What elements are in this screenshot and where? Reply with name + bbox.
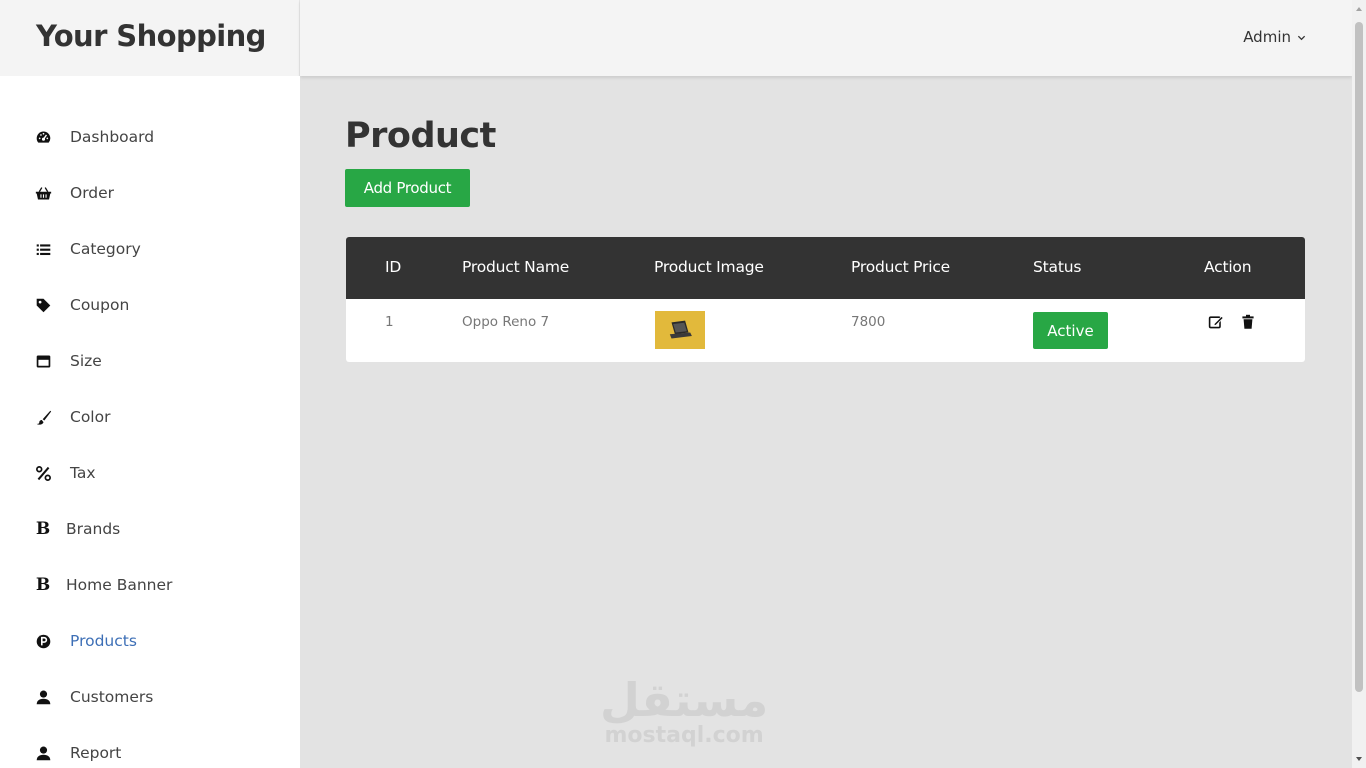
sidebar-item-label: Category bbox=[70, 240, 141, 258]
watermark-arabic-text: مستقل bbox=[600, 673, 769, 727]
admin-user-menu[interactable]: Admin bbox=[1243, 28, 1306, 46]
sidebar-item-size[interactable]: Size bbox=[34, 349, 102, 373]
paint-brush-icon bbox=[34, 408, 52, 426]
status-badge-button[interactable]: Active bbox=[1033, 312, 1108, 349]
sidebar-item-customers[interactable]: Customers bbox=[34, 685, 153, 709]
sidebar-item-label: Coupon bbox=[70, 296, 130, 314]
trash-icon[interactable] bbox=[1240, 314, 1256, 330]
tag-icon bbox=[34, 296, 52, 314]
cell-product-name: Oppo Reno 7 bbox=[462, 314, 550, 330]
edit-icon[interactable] bbox=[1208, 314, 1224, 330]
sidebar-item-order[interactable]: Order bbox=[34, 181, 114, 205]
brand-b-icon: B bbox=[35, 575, 51, 595]
sidebar-item-label: Products bbox=[70, 632, 137, 650]
product-p-icon bbox=[34, 632, 52, 650]
scroll-down-arrow-icon[interactable] bbox=[1355, 755, 1363, 763]
column-header-product-image[interactable]: Product Image bbox=[654, 258, 764, 276]
dashboard-icon bbox=[34, 128, 52, 146]
laptop-image-icon bbox=[669, 320, 692, 339]
product-thumbnail[interactable] bbox=[655, 311, 705, 349]
table-header: ID Product Name Product Image Product Pr… bbox=[346, 237, 1305, 299]
main-content: Product Add Product ID Product Name Prod… bbox=[300, 76, 1352, 768]
sidebar-item-label: Home Banner bbox=[66, 576, 173, 594]
table-row: 1 Oppo Reno 7 7800 Active bbox=[346, 299, 1305, 362]
user-icon bbox=[34, 744, 52, 762]
top-bar: Admin bbox=[300, 0, 1352, 76]
sidebar-item-home-banner[interactable]: B Home Banner bbox=[34, 573, 173, 597]
percent-icon bbox=[34, 464, 52, 482]
sidebar-item-label: Brands bbox=[66, 520, 121, 538]
basket-icon bbox=[34, 184, 52, 202]
page-title: Product bbox=[345, 116, 496, 156]
column-header-status[interactable]: Status bbox=[1033, 258, 1081, 276]
column-header-product-name[interactable]: Product Name bbox=[462, 258, 569, 276]
products-table: ID Product Name Product Image Product Pr… bbox=[346, 237, 1305, 362]
scrollbar-thumb[interactable] bbox=[1355, 22, 1363, 692]
scroll-up-arrow-icon[interactable] bbox=[1355, 5, 1363, 13]
sidebar-item-label: Order bbox=[70, 184, 115, 202]
sidebar-item-products[interactable]: Products bbox=[34, 629, 137, 653]
add-product-button[interactable]: Add Product bbox=[345, 169, 470, 207]
sidebar-item-label: Report bbox=[70, 744, 122, 762]
column-header-id[interactable]: ID bbox=[385, 258, 401, 276]
sidebar-item-brands[interactable]: B Brands bbox=[34, 517, 120, 541]
sidebar-header: Your Shopping bbox=[0, 0, 300, 76]
watermark: مستقل mostaql.com bbox=[600, 676, 768, 748]
sidebar-item-label: Tax bbox=[70, 464, 96, 482]
sidebar-nav: Dashboard Order Category Coupon Size Col… bbox=[0, 76, 300, 768]
sidebar-item-label: Size bbox=[70, 352, 102, 370]
page-scrollbar[interactable] bbox=[1352, 0, 1366, 768]
sidebar-item-report[interactable]: Report bbox=[34, 741, 121, 765]
brand-b-icon: B bbox=[35, 519, 51, 539]
sidebar-item-dashboard[interactable]: Dashboard bbox=[34, 125, 154, 149]
brand-logo-text[interactable]: Your Shopping bbox=[36, 19, 266, 53]
sidebar-item-tax[interactable]: Tax bbox=[34, 461, 96, 485]
sidebar-item-color[interactable]: Color bbox=[34, 405, 110, 429]
user-icon bbox=[34, 688, 52, 706]
sidebar-item-label: Customers bbox=[70, 688, 154, 706]
chevron-down-icon bbox=[1297, 28, 1306, 46]
window-icon bbox=[34, 352, 52, 370]
admin-menu-label: Admin bbox=[1243, 28, 1291, 46]
cell-id: 1 bbox=[385, 314, 394, 330]
sidebar-item-category[interactable]: Category bbox=[34, 237, 141, 261]
column-header-product-price[interactable]: Product Price bbox=[851, 258, 950, 276]
cell-product-price: 7800 bbox=[851, 314, 886, 330]
sidebar-item-label: Color bbox=[70, 408, 111, 426]
list-icon bbox=[34, 240, 52, 258]
watermark-latin-text: mostaql.com bbox=[604, 723, 764, 748]
sidebar-item-label: Dashboard bbox=[70, 128, 155, 146]
column-header-action[interactable]: Action bbox=[1204, 258, 1252, 276]
sidebar-item-coupon[interactable]: Coupon bbox=[34, 293, 129, 317]
